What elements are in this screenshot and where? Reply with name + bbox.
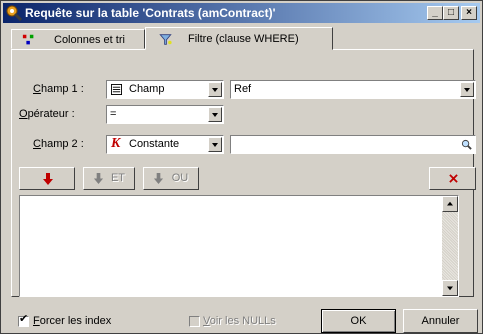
chevron-down-icon[interactable]: [208, 137, 222, 152]
voir-nulls-text: oir les NULLs: [209, 315, 276, 327]
add-condition-button[interactable]: [19, 167, 75, 190]
chevron-down-icon: [447, 286, 453, 291]
operateur-value: =: [110, 108, 117, 120]
voir-nulls-checkbox[interactable]: [189, 316, 200, 327]
voir-nulls-accel: V: [203, 315, 210, 327]
champ1-type-select[interactable]: Champ: [106, 80, 224, 99]
voir-nulls-label: Voir les NULLs: [203, 315, 276, 327]
cancel-button-label: Annuler: [421, 315, 460, 327]
constant-icon: K: [111, 136, 121, 151]
or-button-label: OU: [171, 172, 189, 184]
champ2-value-input[interactable]: [230, 135, 476, 154]
minimize-button[interactable]: _: [427, 6, 443, 20]
chevron-down-icon[interactable]: [208, 82, 222, 97]
champ1-label-text: hamp 1 :: [40, 83, 84, 95]
champ2-label: Champ 2 :: [33, 138, 84, 150]
delete-condition-button[interactable]: [429, 167, 476, 190]
operateur-label: Opérateur :: [19, 108, 75, 120]
operateur-label-text: pérateur :: [27, 108, 75, 120]
force-index-label[interactable]: Forcer les index: [33, 315, 111, 327]
ok-button-label: OK: [350, 315, 367, 327]
champ1-label-accel: C: [33, 83, 41, 95]
tab-filter-where[interactable]: Filtre (clause WHERE): [145, 27, 333, 50]
check-mark-icon: ✔: [19, 313, 29, 325]
cancel-button[interactable]: Annuler: [403, 309, 478, 333]
tab-columns-label: Colonnes et tri: [54, 34, 125, 46]
operateur-label-accel: O: [19, 108, 28, 120]
champ1-field-value: Ref: [234, 83, 252, 95]
maximize-button[interactable]: □: [443, 6, 459, 20]
tab-columns-sort[interactable]: Colonnes et tri: [11, 29, 145, 49]
field-icon: [111, 84, 122, 95]
or-button[interactable]: OU: [143, 167, 199, 190]
champ2-type-value: Constante: [129, 138, 180, 150]
force-index-accel: F: [33, 315, 40, 327]
delete-icon: [449, 174, 458, 183]
window-title: Requête sur la table 'Contrats (amContra…: [25, 6, 276, 20]
arrow-down-icon: [43, 173, 53, 185]
title-bar[interactable]: Requête sur la table 'Contrats (amContra…: [3, 3, 480, 23]
champ1-label: Champ 1 :: [33, 83, 84, 95]
tab-filter-label: Filtre (clause WHERE): [188, 33, 299, 45]
force-index-text: orcer les index: [39, 315, 112, 327]
champ2-label-text: hamp 2 :: [40, 138, 84, 150]
force-index-checkbox[interactable]: ✔: [18, 313, 29, 327]
champ1-field-select[interactable]: Ref: [230, 80, 476, 99]
magnifier-icon[interactable]: [461, 139, 472, 150]
champ1-type-value: Champ: [129, 83, 165, 95]
champ2-label-accel: C: [33, 138, 41, 150]
chevron-down-icon[interactable]: [460, 82, 474, 97]
vertical-scrollbar[interactable]: [442, 196, 458, 296]
and-button-label: ET: [110, 172, 126, 184]
chevron-down-icon[interactable]: [208, 107, 222, 122]
columns-icon: [22, 34, 34, 45]
chevron-up-icon: [447, 201, 453, 206]
close-button[interactable]: ×: [461, 6, 477, 20]
and-button[interactable]: ET: [83, 167, 135, 190]
where-clause-textarea[interactable]: [19, 195, 459, 297]
ok-button[interactable]: OK: [321, 309, 396, 333]
scroll-down-button[interactable]: [442, 280, 458, 296]
query-dialog: Requête sur la table 'Contrats (amContra…: [0, 0, 483, 334]
operateur-select[interactable]: =: [106, 105, 224, 124]
filter-icon: [159, 34, 172, 45]
scroll-up-button[interactable]: [442, 196, 458, 212]
champ2-type-select[interactable]: K Constante: [106, 135, 224, 154]
query-icon: [6, 5, 22, 21]
